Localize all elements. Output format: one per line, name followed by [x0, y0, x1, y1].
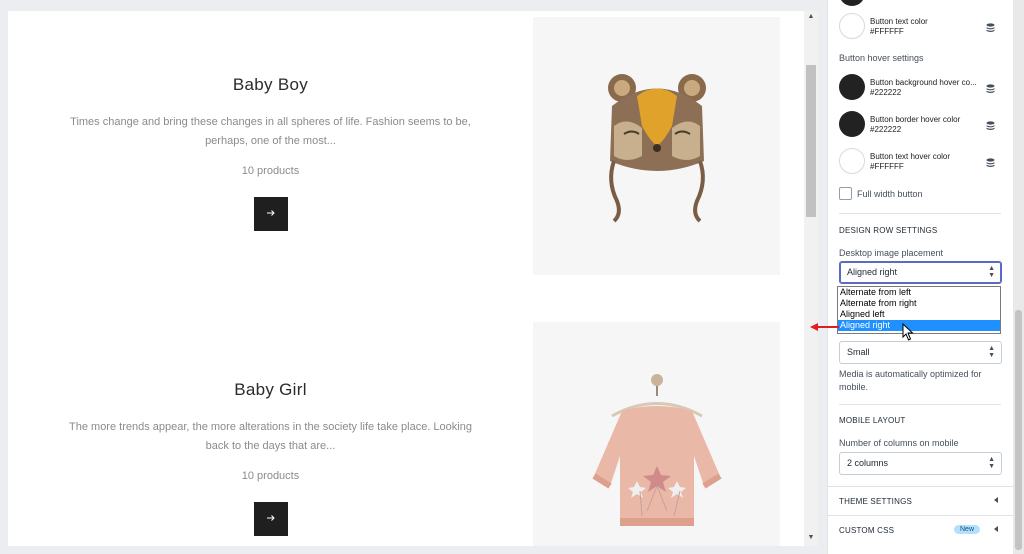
select-caret-icon: ▲ ▼	[988, 456, 995, 470]
knit-hat-image	[607, 74, 706, 223]
button-hover-settings-label: Button hover settings	[839, 53, 924, 63]
select-value: Aligned right	[847, 267, 898, 277]
desktop-image-placement-select[interactable]: Aligned right ▲ ▼	[839, 261, 1002, 284]
color-swatch[interactable]	[839, 111, 865, 137]
color-swatch[interactable]	[839, 148, 865, 174]
select-value: Small	[847, 347, 870, 357]
full-width-button-label: Full width button	[857, 189, 923, 199]
mobile-layout-heading: MOBILE LAYOUT	[839, 416, 906, 425]
color-label: Button text color	[870, 17, 928, 26]
view-collection-button[interactable]	[253, 197, 288, 231]
button-text-color-setting[interactable]: Button text color #FFFFFF	[839, 13, 1007, 43]
collection-list-preview: Baby Boy Times change and bring these ch…	[8, 11, 818, 546]
mouse-cursor-icon	[902, 323, 914, 341]
custom-css-section[interactable]: CUSTOM CSS New	[828, 515, 1014, 544]
image-placement-dropdown-list[interactable]: Alternate from left Alternate from right…	[837, 286, 1001, 334]
custom-css-label: CUSTOM CSS	[839, 526, 895, 535]
button-border-hover-color-setting[interactable]: Button border hover color #222222	[839, 111, 1007, 141]
full-width-button-checkbox[interactable]	[839, 187, 852, 200]
arrow-right-icon	[266, 510, 276, 528]
scroll-up-arrow-icon[interactable]: ▲	[807, 13, 815, 21]
theme-settings-section[interactable]: THEME SETTINGS	[828, 486, 1014, 515]
collection-row-baby-boy: Baby Boy Times change and bring these ch…	[8, 11, 803, 301]
collection-title: Baby Girl	[234, 380, 307, 399]
collection-image-hat[interactable]	[533, 17, 780, 275]
dropdown-option-selected[interactable]: Aligned right	[838, 320, 1000, 331]
divider	[839, 213, 1001, 214]
desktop-image-placement-label: Desktop image placement	[839, 248, 944, 258]
color-hex: #FFFFFF	[870, 162, 904, 171]
sidebar-scrollbar-thumb[interactable]	[1015, 310, 1022, 550]
pink-sweater-image	[591, 374, 722, 526]
color-hex: #222222	[870, 88, 902, 97]
collection-text: Baby Girl The more trends appear, the mo…	[8, 380, 533, 536]
design-row-settings-heading: DESIGN ROW SETTINGS	[839, 226, 938, 235]
select-value: 2 columns	[847, 458, 889, 468]
preview-scrollbar-thumb[interactable]	[806, 65, 816, 217]
collection-description: Times change and bring these changes in …	[70, 116, 471, 147]
database-icon[interactable]	[986, 155, 995, 173]
database-icon[interactable]	[986, 20, 995, 38]
columns-on-mobile-label: Number of columns on mobile	[839, 438, 959, 448]
new-badge: New	[954, 525, 981, 534]
color-hex: #FFFFFF	[870, 27, 904, 36]
divider	[839, 404, 1001, 405]
color-label: Button background hover co...	[870, 78, 977, 87]
collapse-arrow-icon	[994, 526, 998, 532]
theme-settings-label: THEME SETTINGS	[839, 497, 913, 506]
annotation-arrow-icon	[810, 323, 839, 331]
select-caret-icon: ▲ ▼	[988, 345, 995, 359]
collection-title: Baby Boy	[232, 75, 309, 94]
collection-text: Baby Boy Times change and bring these ch…	[8, 75, 533, 231]
database-icon[interactable]	[986, 81, 995, 99]
collapse-arrow-icon	[994, 497, 998, 503]
view-collection-button[interactable]	[253, 502, 288, 536]
color-swatch[interactable]	[839, 13, 865, 39]
arrow-right-icon	[266, 205, 276, 223]
collection-row-baby-girl: Baby Girl The more trends appear, the mo…	[8, 316, 803, 546]
color-label: Button text hover color	[870, 152, 951, 161]
color-label: Button border hover color	[870, 115, 961, 124]
collection-description: The more trends appear, the more alterat…	[69, 421, 472, 452]
collection-image-sweater[interactable]	[533, 322, 780, 546]
preview-scrollbar[interactable]: ▲ ▼	[804, 11, 818, 546]
media-note: Media is automatically optimized for mob…	[839, 369, 982, 392]
sidebar-scrollbar[interactable]	[1013, 0, 1024, 554]
theme-settings-sidebar: Button text color #FFFFFF Button hover s…	[827, 0, 1014, 554]
dropdown-option[interactable]: Alternate from left	[838, 287, 1000, 298]
button-background-hover-color-setting[interactable]: Button background hover co... #222222	[839, 74, 1007, 104]
dropdown-option[interactable]: Alternate from right	[838, 298, 1000, 309]
color-swatch[interactable]	[839, 74, 865, 100]
collection-product-count: 10 products	[241, 470, 300, 482]
scroll-down-arrow-icon[interactable]: ▼	[807, 534, 815, 542]
columns-on-mobile-select[interactable]: 2 columns ▲ ▼	[839, 452, 1002, 475]
button-text-hover-color-setting[interactable]: Button text hover color #FFFFFF	[839, 148, 1007, 178]
select-caret-icon: ▲ ▼	[988, 265, 995, 279]
dropdown-option[interactable]: Aligned left	[838, 309, 1000, 320]
database-icon[interactable]	[986, 118, 995, 136]
color-hex: #222222	[870, 125, 902, 134]
color-swatch[interactable]	[839, 0, 865, 6]
mobile-media-size-select[interactable]: Small ▲ ▼	[839, 341, 1002, 364]
collection-product-count: 10 products	[241, 165, 300, 177]
